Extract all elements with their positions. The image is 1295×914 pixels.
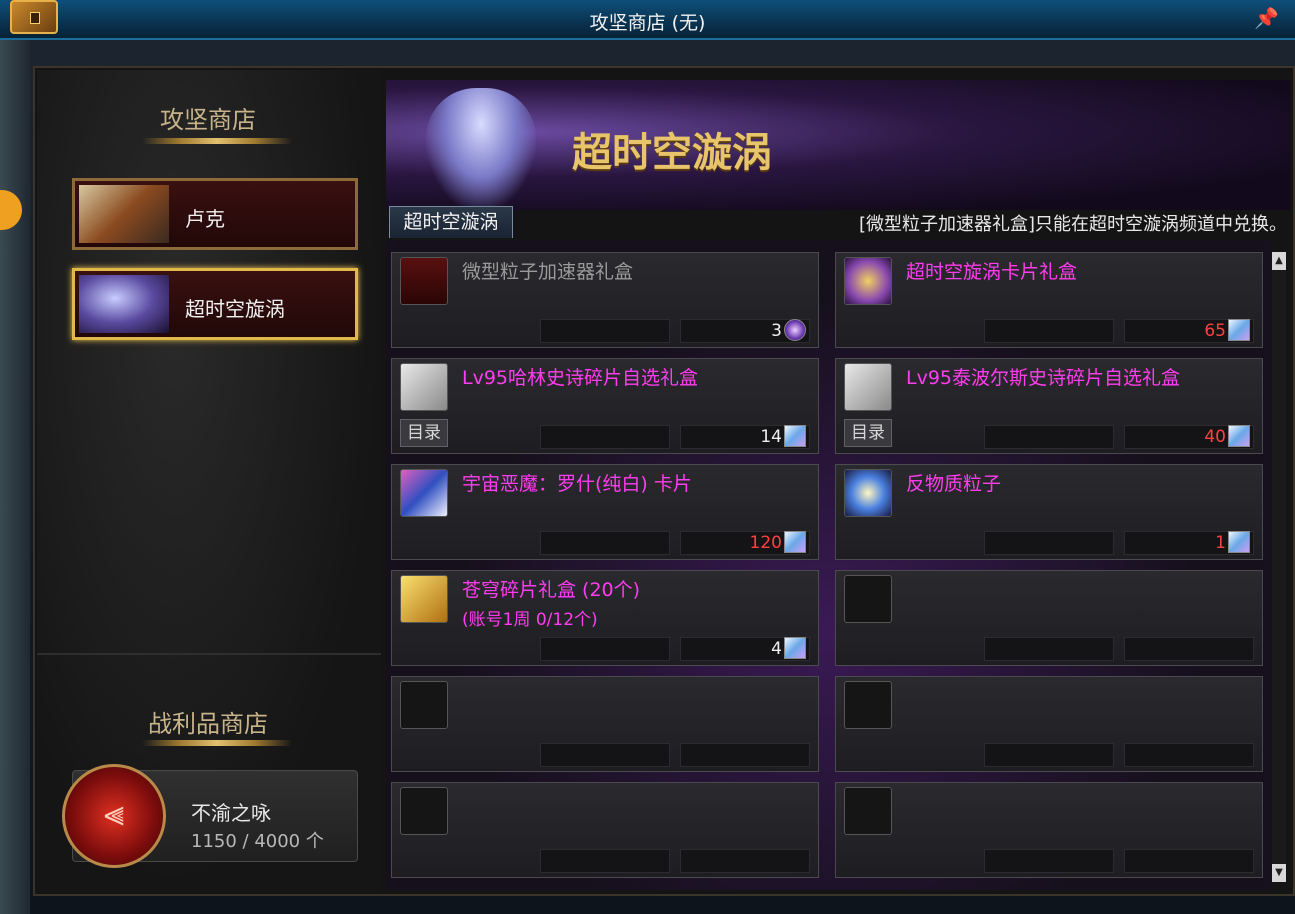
price-slot xyxy=(984,531,1114,555)
price-slot xyxy=(984,743,1114,767)
shop-item[interactable]: 反物质粒子 1 xyxy=(835,464,1263,560)
price-slot xyxy=(680,743,810,767)
item-name: 反物质粒子 xyxy=(906,473,1002,495)
price-slot xyxy=(540,425,670,449)
shop-item[interactable]: 目录 Lv95哈林史诗碎片自选礼盒 14 xyxy=(391,358,819,454)
epic-fragment-box-icon xyxy=(844,363,892,411)
crystal-currency-icon xyxy=(1228,319,1250,341)
title-bar: 攻坚商店 (无) 📌 xyxy=(0,0,1295,40)
item-price: 40 xyxy=(1204,427,1226,447)
red-gift-box-icon xyxy=(400,257,448,305)
item-name: 超时空旋涡卡片礼盒 xyxy=(906,261,1078,283)
price-slot xyxy=(1124,637,1254,661)
item-price: 3 xyxy=(771,321,782,341)
currency-name: 不渝之咏 xyxy=(191,801,271,825)
catalog-button[interactable]: 目录 xyxy=(400,419,448,447)
loot-shop-heading: 战利品商店 xyxy=(148,710,268,738)
price-slot xyxy=(1124,849,1254,873)
orb-currency-icon xyxy=(784,319,806,341)
price-slot xyxy=(984,319,1114,343)
shop-item[interactable]: 目录 Lv95泰波尔斯史诗碎片自选礼盒 40 xyxy=(835,358,1263,454)
item-name: 微型粒子加速器礼盒 xyxy=(462,261,634,283)
left-edge-scenery xyxy=(0,40,30,914)
shop-item[interactable]: 苍穹碎片礼盒 (20个) (账号1周 0/12个) 4 xyxy=(391,570,819,666)
epic-fragment-box-icon xyxy=(400,363,448,411)
shop-item[interactable]: 宇宙恶魔：罗什(纯白) 卡片 120 xyxy=(391,464,819,560)
heading-ornament xyxy=(142,740,292,746)
tab-time-vortex[interactable]: 超时空漩涡 xyxy=(389,206,513,238)
catalog-button[interactable]: 目录 xyxy=(844,419,892,447)
golden-chest-icon xyxy=(400,575,448,623)
luke-portrait-icon xyxy=(79,185,169,243)
empty-slot xyxy=(391,782,819,878)
pin-icon[interactable]: 📌 xyxy=(1254,6,1279,30)
antimatter-particle-icon xyxy=(844,469,892,517)
empty-icon-slot xyxy=(400,787,448,835)
npc-time-vortex[interactable]: 超时空旋涡 xyxy=(72,268,358,340)
heading-ornament xyxy=(142,138,292,144)
scroll-down-icon[interactable]: ▼ xyxy=(1272,864,1286,882)
empty-icon-slot xyxy=(844,787,892,835)
npc-label: 超时空旋涡 xyxy=(185,297,285,321)
currency-count: 1150 / 4000 个 xyxy=(191,831,324,852)
npc-luke[interactable]: 卢克 xyxy=(72,178,358,250)
price-slot xyxy=(1124,743,1254,767)
item-scrollbar[interactable]: ▲ ▼ xyxy=(1272,252,1286,882)
item-price: 120 xyxy=(749,533,782,553)
shop-banner: 超时空漩涡 xyxy=(386,80,1290,210)
panel-divider xyxy=(37,653,381,655)
vortex-figure-icon xyxy=(426,88,536,208)
price-slot xyxy=(540,743,670,767)
price-slot xyxy=(540,849,670,873)
empty-icon-slot xyxy=(844,681,892,729)
crystal-currency-icon xyxy=(1228,531,1250,553)
item-name: 宇宙恶魔：罗什(纯白) 卡片 xyxy=(462,473,692,495)
vortex-portrait-icon xyxy=(79,275,169,333)
item-purchase-limit: (账号1周 0/12个) xyxy=(462,610,598,630)
item-price: 1 xyxy=(1215,533,1226,553)
empty-slot xyxy=(835,782,1263,878)
window-title: 攻坚商店 (无) xyxy=(589,12,706,34)
empty-slot xyxy=(835,570,1263,666)
item-name: Lv95泰波尔斯史诗碎片自选礼盒 xyxy=(906,367,1181,389)
npc-label: 卢克 xyxy=(185,207,225,231)
item-price: 4 xyxy=(771,639,782,659)
price-slot xyxy=(540,319,670,343)
scroll-up-icon[interactable]: ▲ xyxy=(1272,252,1286,270)
crystal-currency-icon xyxy=(784,531,806,553)
item-name: 苍穹碎片礼盒 (20个) xyxy=(462,579,641,601)
price-slot xyxy=(680,849,810,873)
purple-card-box-icon xyxy=(844,257,892,305)
crystal-currency-icon xyxy=(1228,425,1250,447)
crystal-currency-icon xyxy=(784,425,806,447)
price-slot xyxy=(540,531,670,555)
item-price: 65 xyxy=(1204,321,1226,341)
price-slot xyxy=(984,425,1114,449)
siege-shop-heading: 攻坚商店 xyxy=(160,106,256,134)
shop-item[interactable]: 微型粒子加速器礼盒 3 xyxy=(391,252,819,348)
empty-icon-slot xyxy=(400,681,448,729)
shop-item[interactable]: 超时空旋涡卡片礼盒 65 xyxy=(835,252,1263,348)
item-name: Lv95哈林史诗碎片自选礼盒 xyxy=(462,367,699,389)
crystal-currency-icon xyxy=(784,637,806,659)
empty-icon-slot xyxy=(844,575,892,623)
empty-slot xyxy=(835,676,1263,772)
empty-slot xyxy=(391,676,819,772)
price-slot xyxy=(540,637,670,661)
banner-title: 超时空漩涡 xyxy=(572,130,772,176)
card-icon xyxy=(400,469,448,517)
currency-emblem-icon: ⫷ xyxy=(62,764,166,868)
item-price: 14 xyxy=(760,427,782,447)
price-slot xyxy=(984,637,1114,661)
exchange-notice: [微型粒子加速器礼盒]只能在超时空漩涡频道中兑换。 xyxy=(858,214,1287,235)
price-slot xyxy=(984,849,1114,873)
